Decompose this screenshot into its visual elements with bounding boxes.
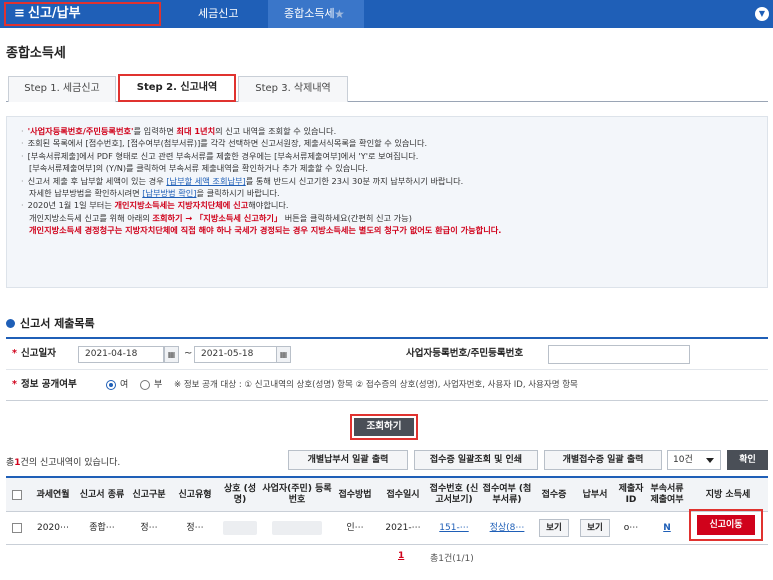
notice-box: · '사업자등록번호/주민등록번호'를 입력하면 최대 1년치의 신고 내역을 조… <box>6 116 768 288</box>
col-header: 상호 (성명) <box>223 484 257 505</box>
local-tax-move-button[interactable]: 신고이동 <box>697 515 755 535</box>
page-size-select[interactable]: 10건 <box>667 450 721 470</box>
col-header: 접수일시 <box>386 489 420 500</box>
step-tabs: Step 1. 세금신고 Step 2. 신고내역 Step 3. 삭제내역 <box>6 74 768 102</box>
bulk-receipt-print-button[interactable]: 개별접수증 일괄 출력 <box>544 450 662 470</box>
attachment-link[interactable]: N <box>646 512 688 544</box>
favorite-star-icon[interactable]: ★ <box>334 0 345 28</box>
bulk-payment-print-button[interactable]: 개별납부서 일괄 출력 <box>288 450 408 470</box>
select-all-checkbox[interactable] <box>6 478 28 512</box>
notice-line: 개인지방소득세 신고를 위해 아래의 조회하기 → 「지방소득세 신고하기」 버… <box>29 212 412 223</box>
col-header: 납부서 <box>582 489 608 500</box>
tab-step1[interactable]: Step 1. 세금신고 <box>8 76 116 102</box>
confirm-button[interactable]: 확인 <box>727 450 768 470</box>
menu-home-label: 신고/납부 <box>28 6 81 21</box>
col-header: 신고서 종류 <box>79 489 125 500</box>
section-title: 신고서 제출목록 <box>6 315 95 331</box>
bullet-icon <box>6 319 15 328</box>
col-header: 과세연월 <box>36 489 70 500</box>
local-tax-button-frame: 신고이동 <box>689 509 763 541</box>
date-from-input[interactable]: 2021-04-18 <box>78 346 164 363</box>
col-header: 신고구분 <box>132 489 166 500</box>
cell-submitter: o⋯ <box>623 523 639 533</box>
top-nav-bar: ≡ 신고/납부 세금신고 종합소득세 ★ ▼ <box>0 0 773 28</box>
view-receipt-button[interactable]: 보기 <box>539 519 569 537</box>
radio-public-no[interactable] <box>140 380 150 390</box>
notice-line: · '사업자등록번호/주민등록번호'를 입력하면 최대 1년치의 신고 내역을 조… <box>21 126 337 136</box>
calendar-icon[interactable]: ▦ <box>276 346 291 363</box>
calendar-icon[interactable]: ▦ <box>164 346 179 363</box>
col-header: 접수여부 (첨부서류) <box>482 484 532 505</box>
hamburger-icon: ≡ <box>14 6 25 21</box>
chevron-down-circle-icon[interactable]: ▼ <box>755 7 769 21</box>
date-to-input[interactable]: 2021-05-18 <box>194 346 280 363</box>
pagination: 1 총1건(1/1) <box>0 551 773 565</box>
cell-date: 2021-⋯ <box>385 523 421 533</box>
menu-home-button[interactable]: ≡ 신고/납부 <box>4 2 161 26</box>
public-info-note: ※ 정보 공개 대상 : ① 신고내역의 상호(성명) 항목 ② 접수증의 상호… <box>174 380 578 390</box>
notice-line: · 2020년 1월 1일 부터는 개인지방소득세는 지방자치단체에 신고해야합니… <box>21 200 289 211</box>
radio-no-label: 부 <box>154 380 163 390</box>
chevron-down-icon <box>706 458 714 463</box>
radio-public-yes[interactable] <box>106 380 116 390</box>
tab-step2[interactable]: Step 2. 신고내역 <box>118 74 236 102</box>
notice-line: [부속서류제출여부]의 (Y/N)를 클릭하여 부속서류 제출내역을 확인하거나… <box>29 163 368 174</box>
cell-kind: 정⋯ <box>186 523 204 533</box>
notice-line: 자세한 납부방법을 확인하시려면 [납부방법 확인]을 클릭하시기 바랍니다. <box>29 188 280 199</box>
col-header: 부속서류 제출여부 <box>650 484 684 505</box>
col-header: 접수방법 <box>338 489 372 500</box>
cell-method: 인⋯ <box>346 523 364 533</box>
cell-receipt: 보기 <box>534 512 574 544</box>
col-header: 제출자 ID <box>618 484 644 505</box>
page-title: 종합소득세 <box>6 46 66 61</box>
cell-type: 종합⋯ <box>89 523 115 533</box>
receipt-status-link[interactable]: 정상(8⋯ <box>480 512 534 544</box>
filing-table: 과세연월 신고서 종류 신고구분 신고유형 상호 (성명) 사업자(주민) 등록… <box>6 476 768 545</box>
breadcrumb-income-tax[interactable]: 종합소득세 <box>268 0 364 28</box>
col-header: 접수증 <box>541 489 567 500</box>
date-label: * 신고일자 <box>12 348 56 359</box>
page-link[interactable]: 1 <box>398 551 404 561</box>
receipt-number-link[interactable]: 151-⋯ <box>428 512 480 544</box>
pay-method-link[interactable]: [납부방법 확인] <box>142 188 196 198</box>
biz-number-label: 사업자등록번호/주민등록번호 <box>406 348 524 359</box>
cell-period: 2020⋯ <box>37 523 69 533</box>
notice-line: · 신고서 제출 후 납부할 세액이 있는 경우 [납부할 세액 조회납부]를 통… <box>21 175 464 186</box>
row-checkbox[interactable] <box>6 512 28 544</box>
page-total: 총1건(1/1) <box>430 554 474 564</box>
cell-name-redacted <box>218 512 262 544</box>
form-row-date: * 신고일자 2021-04-18 ▦ ~ 2021-05-18 ▦ 사업자등록번… <box>6 339 768 370</box>
tab-step3[interactable]: Step 3. 삭제내역 <box>238 76 348 102</box>
notice-line: · 조회된 목록에서 [접수번호], [접수여부(첨부서류)]를 각각 선택하면 … <box>21 138 428 149</box>
biz-number-input[interactable] <box>548 345 690 364</box>
notice-line: · [부속서류제출]에서 PDF 형태로 신고 관련 부속서류를 제출한 경우에는… <box>21 150 419 161</box>
public-label: * 정보 공개여부 <box>12 379 77 390</box>
cell-regno-redacted <box>262 512 332 544</box>
search-button-frame: 조회하기 <box>350 414 418 440</box>
search-form: * 신고일자 2021-04-18 ▦ ~ 2021-05-18 ▦ 사업자등록번… <box>6 337 768 401</box>
col-header: 지방 소득세 <box>705 489 751 500</box>
breadcrumb-tax-filing[interactable]: 세금신고 <box>168 0 354 28</box>
breadcrumb-label: 종합소득세 <box>284 7 335 20</box>
table-header: 과세연월 신고서 종류 신고구분 신고유형 상호 (성명) 사업자(주민) 등록… <box>6 478 768 512</box>
result-count: 총1건의 신고내역이 있습니다. <box>6 458 121 468</box>
search-button[interactable]: 조회하기 <box>354 418 414 436</box>
breadcrumb-label: 세금신고 <box>198 7 239 20</box>
form-row-public: * 정보 공개여부 여 부 ※ 정보 공개 대상 : ① 신고내역의 상호(성명)… <box>6 370 768 401</box>
table-row: 2020⋯ 종합⋯ 정⋯ 정⋯ 인⋯ 2021-⋯ 151-⋯ 정상(8⋯ 보기… <box>6 512 768 544</box>
view-payment-button[interactable]: 보기 <box>580 519 610 537</box>
col-header: 사업자(주민) 등록번호 <box>262 484 332 505</box>
col-header: 접수번호 (신고서보기) <box>429 484 479 505</box>
date-separator: ~ <box>184 348 193 359</box>
pay-tax-link[interactable]: [납부할 세액 조회납부] <box>166 176 245 186</box>
radio-yes-label: 여 <box>120 380 129 390</box>
col-header: 신고유형 <box>178 489 212 500</box>
cell-division: 정⋯ <box>140 523 158 533</box>
cell-payment: 보기 <box>574 512 616 544</box>
notice-line: 개인지방소득세 경정청구는 지방자치단체에 직접 해야 하나 국세가 경정되는 … <box>29 225 502 236</box>
bulk-receipt-view-button[interactable]: 접수증 일괄조회 및 인쇄 <box>414 450 538 470</box>
